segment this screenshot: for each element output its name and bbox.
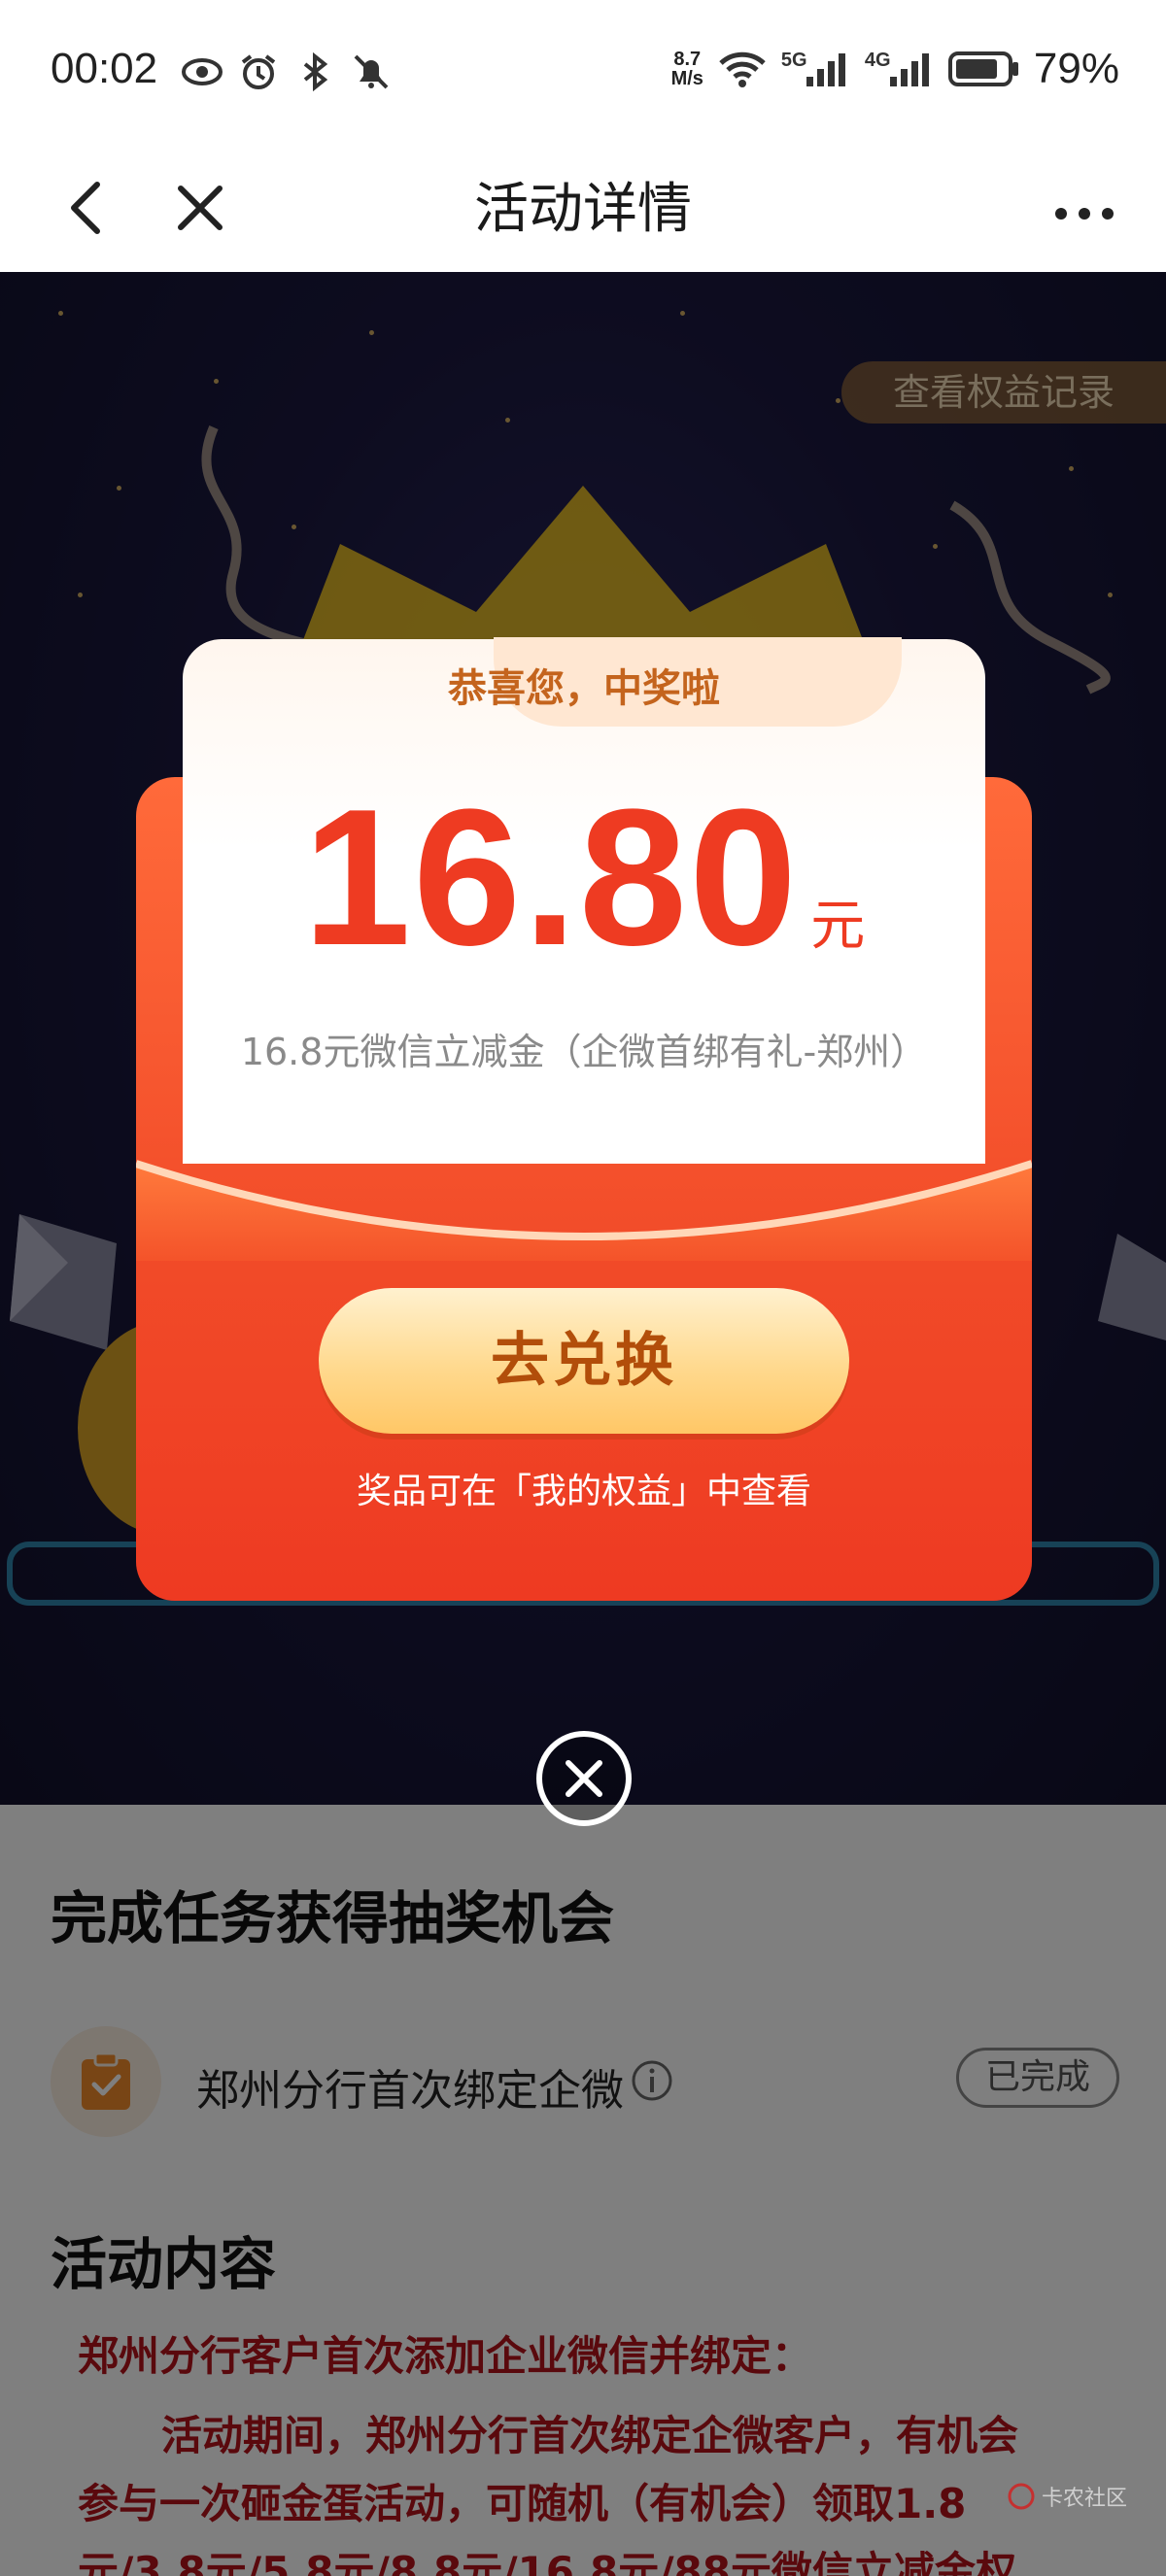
congrats-text: 恭喜您，中奖啦 xyxy=(448,666,720,711)
alarm-icon xyxy=(241,54,276,89)
signal-4g-icon: 4G xyxy=(865,50,935,88)
battery-percent: 79% xyxy=(1033,45,1119,92)
mute-bell-icon xyxy=(354,54,389,89)
signal-bars-icon xyxy=(806,53,845,86)
prize-modal: 恭喜您，中奖啦 16.80 元 16.8元微信立减金（企微首绑有礼-郑州） 去兑换… xyxy=(136,637,1032,1610)
signal-5g-icon: 5G xyxy=(781,50,851,88)
eye-icon xyxy=(182,58,223,85)
network-5g-label: 5G xyxy=(780,50,807,71)
signal-bars-icon xyxy=(889,53,929,86)
page-title: 活动详情 xyxy=(474,178,692,241)
bluetooth-icon xyxy=(303,52,328,91)
envelope-flap xyxy=(136,1160,1032,1261)
net-speed-value: 8.7 xyxy=(673,49,702,70)
network-4g-label: 4G xyxy=(864,50,891,71)
nav-bar: 活动详情 xyxy=(0,144,1166,272)
net-speed-unit: M/s xyxy=(670,68,703,89)
prize-amount-value: 16.80 xyxy=(302,769,800,986)
prize-amount-unit: 元 xyxy=(810,895,866,958)
battery-icon xyxy=(947,51,1018,86)
watermark: 卡农社区 xyxy=(1007,2481,1127,2512)
redeem-button[interactable]: 去兑换 xyxy=(319,1288,849,1434)
close-circle-icon[interactable] xyxy=(534,1729,634,1828)
more-dots-icon[interactable] xyxy=(1046,169,1123,247)
net-speed: 8.7 M/s xyxy=(671,50,703,88)
watermark-text: 卡农社区 xyxy=(1041,2487,1127,2511)
status-icons-right: 8.7 M/s 5G 4G 79% xyxy=(671,45,1119,93)
wifi-icon xyxy=(719,51,766,87)
status-icons-left xyxy=(181,52,393,91)
prize-amount: 16.80 元 xyxy=(136,781,1032,975)
prize-note: 奖品可在「我的权益」中查看 xyxy=(356,1472,811,1511)
status-bar: 00:02 8.7 M/s 5G 4G 79% xyxy=(0,0,1166,144)
watermark-logo-icon xyxy=(1008,2483,1035,2510)
status-time: 00:02 xyxy=(51,45,158,92)
